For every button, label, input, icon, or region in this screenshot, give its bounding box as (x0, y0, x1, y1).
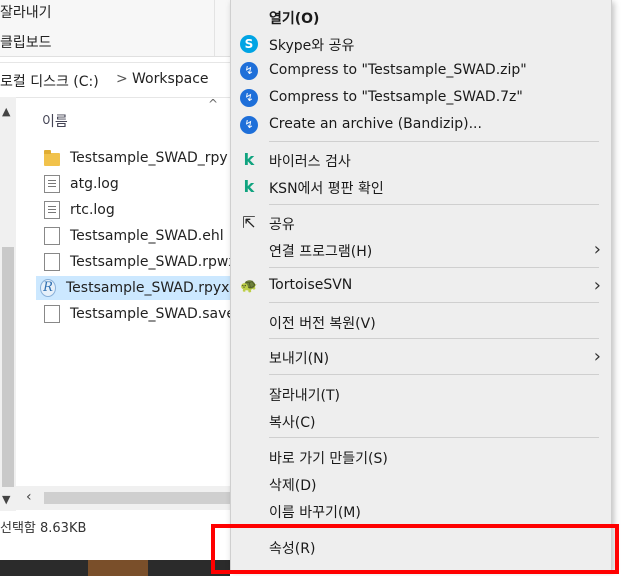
folder-icon (44, 149, 60, 166)
kaspersky-icon: k (243, 150, 255, 169)
menu-item-label: 공유 (269, 217, 295, 233)
scrollbar-thumb[interactable] (2, 247, 14, 487)
chevron-right-icon: › (593, 275, 601, 296)
breadcrumb-folder[interactable]: Workspace (132, 71, 209, 87)
chevron-right-icon: › (593, 239, 601, 260)
ribbon-divider (214, 0, 215, 56)
ribbon-clipboard-label: 클립보드 (0, 35, 52, 51)
menu-separator (269, 437, 599, 438)
menu-item-open-with[interactable]: 연결 프로그램(H) › (231, 237, 611, 263)
taskbar (0, 560, 230, 576)
menu-item-label: 잘라내기(T) (269, 388, 340, 404)
share-icon: ⇱ (242, 213, 256, 232)
menu-item-label: Create an archive (Bandizip)... (269, 116, 482, 132)
menu-item-compress-7z[interactable]: ↯ Compress to "Testsample_SWAD.7z" (231, 85, 611, 111)
menu-item-label: 이전 버전 복원(V) (269, 316, 376, 332)
menu-item-delete[interactable]: 삭제(D) (231, 471, 611, 497)
highlight-annotation-box (211, 524, 619, 574)
breadcrumb-separator[interactable]: > (116, 71, 128, 87)
file-name: Testsample_SWAD.save (70, 306, 236, 322)
column-header-name[interactable]: 이름 (42, 111, 68, 131)
menu-item-share[interactable]: ⇱ 공유 (231, 210, 611, 236)
menu-item-label: Compress to "Testsample_SWAD.zip" (269, 62, 527, 78)
menu-item-label: TortoiseSVN (269, 277, 353, 293)
menu-item-tortoisesvn[interactable]: 🐢 TortoiseSVN › (231, 273, 611, 299)
address-bar[interactable]: 로컬 디스크 (C:) > Workspace (0, 62, 230, 98)
menu-item-label: 이름 바꾸기(M) (269, 505, 361, 521)
kaspersky-icon: k (243, 177, 255, 196)
menu-item-label: Skype와 공유 (269, 38, 355, 54)
ribbon-cut-label[interactable]: 잘라내기 (0, 2, 52, 22)
menu-item-label: 바이러스 검사 (269, 154, 351, 170)
menu-item-ksn-check[interactable]: k KSN에서 평판 확인 (231, 174, 611, 200)
breadcrumb-drive[interactable]: 로컬 디스크 (C:) (0, 71, 99, 91)
menu-item-rename[interactable]: 이름 바꾸기(M) (231, 498, 611, 524)
file-icon (44, 305, 60, 323)
scroll-up-icon[interactable]: ▲ (2, 105, 10, 118)
file-list-item[interactable]: rtc.log (40, 198, 230, 222)
menu-item-label: 연결 프로그램(H) (269, 244, 373, 260)
file-list-item[interactable]: Testsample_SWAD.rpwx (40, 250, 237, 274)
file-icon (44, 253, 60, 271)
tortoisesvn-icon: 🐢 (240, 278, 258, 294)
menu-separator (269, 141, 599, 142)
sort-ascending-icon: ^ (208, 97, 219, 111)
menu-item-compress-zip[interactable]: ↯ Compress to "Testsample_SWAD.zip" (231, 58, 611, 84)
menu-separator (269, 267, 599, 268)
file-list-item[interactable]: R Testsample_SWAD.rpyx (36, 276, 230, 300)
chevron-right-icon: › (593, 346, 601, 367)
menu-item-virus-scan[interactable]: k 바이러스 검사 (231, 147, 611, 173)
file-name: atg.log (70, 176, 119, 192)
menu-item-label: 바로 가기 만들기(S) (269, 451, 388, 467)
menu-separator (269, 338, 599, 339)
text-file-icon (44, 175, 60, 193)
file-list-header: 이름 ^ (16, 97, 230, 141)
menu-item-skype-share[interactable]: S Skype와 공유 (231, 31, 611, 57)
file-list-item[interactable]: Testsample_SWAD.ehl (40, 224, 230, 248)
bandizip-icon: ↯ (240, 62, 258, 80)
navigation-pane-scrollbar[interactable]: ▲ ▼ (0, 97, 16, 511)
status-selection-text: 선택함 8.63KB (0, 521, 87, 536)
status-bar: 선택함 8.63KB (0, 512, 230, 540)
menu-item-create-archive[interactable]: ↯ Create an archive (Bandizip)... (231, 112, 611, 138)
file-name: rtc.log (70, 202, 115, 218)
file-name: Testsample_SWAD.rpyx (66, 280, 230, 296)
menu-separator (269, 204, 599, 205)
menu-item-copy[interactable]: 복사(C) (231, 408, 611, 434)
taskbar-app[interactable] (88, 560, 148, 576)
menu-item-label: 삭제(D) (269, 478, 317, 494)
bandizip-icon: ↯ (240, 116, 258, 134)
horizontal-scrollbar[interactable]: ‹ (16, 486, 230, 510)
menu-item-send-to[interactable]: 보내기(N) › (231, 344, 611, 370)
scroll-left-icon[interactable]: ‹ (26, 489, 32, 505)
menu-separator (269, 302, 599, 303)
file-name: Testsample_SWAD.ehl (70, 228, 224, 244)
menu-item-label: 복사(C) (269, 415, 316, 431)
horizontal-scrollbar-thumb[interactable] (44, 492, 230, 504)
menu-item-create-shortcut[interactable]: 바로 가기 만들기(S) (231, 444, 611, 470)
menu-item-restore-previous[interactable]: 이전 버전 복원(V) (231, 309, 611, 335)
rhapsody-file-icon: R (40, 279, 56, 297)
file-list-item[interactable]: Testsample_SWAD_rpy (40, 146, 230, 170)
text-file-icon (44, 201, 60, 219)
scroll-down-icon[interactable]: ▼ (2, 493, 10, 506)
file-list-item[interactable]: Testsample_SWAD.save (40, 302, 235, 326)
menu-item-label: 열기(O) (269, 11, 320, 27)
skype-icon: S (240, 35, 258, 53)
ribbon: 잘라내기 클립보드 (0, 0, 230, 57)
bandizip-icon: ↯ (240, 89, 258, 107)
menu-item-label: 보내기(N) (269, 351, 330, 367)
file-icon (44, 227, 60, 245)
file-name: Testsample_SWAD.rpwx (70, 254, 237, 270)
menu-item-cut[interactable]: 잘라내기(T) (231, 381, 611, 407)
menu-separator (269, 374, 599, 375)
menu-item-label: Compress to "Testsample_SWAD.7z" (269, 89, 523, 105)
file-list-item[interactable]: atg.log (40, 172, 230, 196)
context-menu: 열기(O) S Skype와 공유 ↯ Compress to "Testsam… (230, 0, 612, 570)
menu-item-open[interactable]: 열기(O) (231, 4, 611, 30)
menu-item-label: KSN에서 평판 확인 (269, 181, 384, 197)
file-name: Testsample_SWAD_rpy (70, 150, 228, 166)
